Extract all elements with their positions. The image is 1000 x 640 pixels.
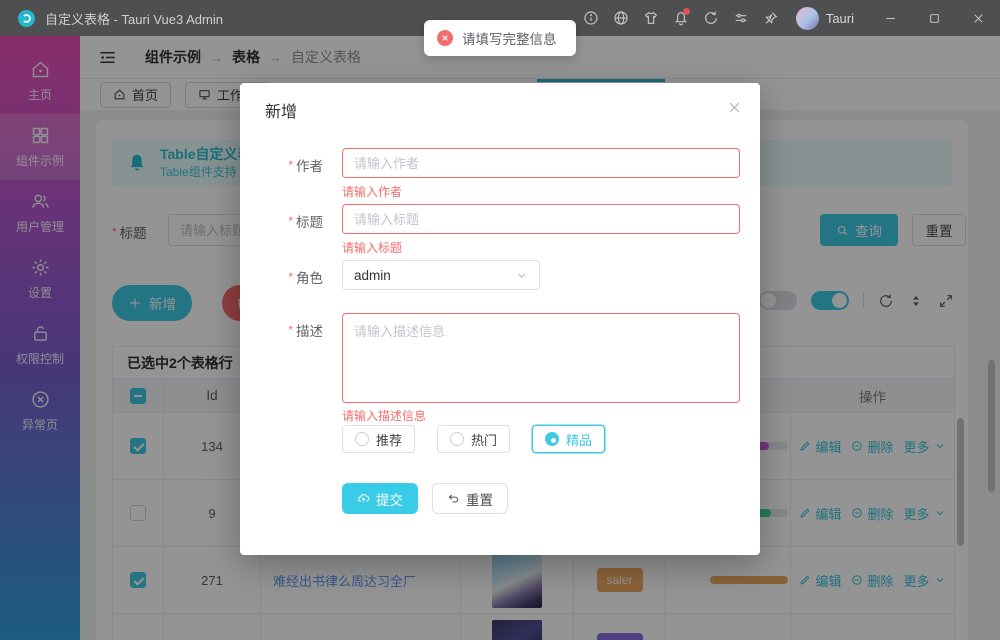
app-window: 自定义表格 - Tauri Vue3 Admin [0,0,1000,640]
toast-message: 请填写完整信息 [462,28,557,48]
error-circle-icon [437,30,453,46]
cloud-upload-icon [357,492,370,505]
notification-dot [683,8,690,15]
window-minimize-button[interactable] [868,0,912,36]
window-close-button[interactable] [956,0,1000,36]
window-title: 自定义表格 - Tauri Vue3 Admin [45,9,223,28]
role-select[interactable]: admin [342,260,540,290]
author-error: 请输入作者 [342,183,402,200]
desc-field-label: *描述 [240,320,335,340]
submit-button[interactable]: 提交 [342,483,418,514]
radio-circle-icon [545,432,559,446]
radio-circle-icon [355,432,369,446]
chevron-down-icon [515,269,528,282]
undo-icon [447,492,460,505]
desc-textarea[interactable] [342,313,740,403]
radio-featured[interactable]: 精品 [532,425,605,453]
refresh-icon[interactable] [696,3,726,33]
title-error: 请输入标题 [342,239,402,256]
add-dialog: 新增 *作者 请输入作者 *标题 请输入标题 *角色 admin *描述 请输入… [240,83,760,555]
radio-hot[interactable]: 热门 [437,425,510,453]
dialog-title: 新增 [265,98,297,122]
user-avatar[interactable] [796,7,819,30]
modal-reset-button[interactable]: 重置 [432,483,508,514]
dialog-close-icon[interactable] [727,100,742,115]
notifications-bell-icon[interactable] [666,3,696,33]
author-input[interactable] [342,148,740,178]
language-globe-icon[interactable] [606,3,636,33]
radio-circle-icon [450,432,464,446]
pin-icon[interactable] [756,3,786,33]
app-logo-icon [18,10,35,27]
role-field-label: *角色 [240,267,335,287]
category-radio-group: 推荐 热门 精品 [342,425,605,453]
title-field-label: *标题 [240,211,335,231]
author-field-label: *作者 [240,155,335,175]
info-icon[interactable] [576,3,606,33]
theme-skin-icon[interactable] [636,3,666,33]
error-toast: 请填写完整信息 [424,20,576,56]
user-name: Tauri [826,11,854,26]
window-maximize-button[interactable] [912,0,956,36]
radio-recommend[interactable]: 推荐 [342,425,415,453]
title-input[interactable] [342,204,740,234]
settings-sliders-icon[interactable] [726,3,756,33]
desc-error: 请输入描述信息 [342,407,426,424]
role-value: admin [354,268,391,283]
